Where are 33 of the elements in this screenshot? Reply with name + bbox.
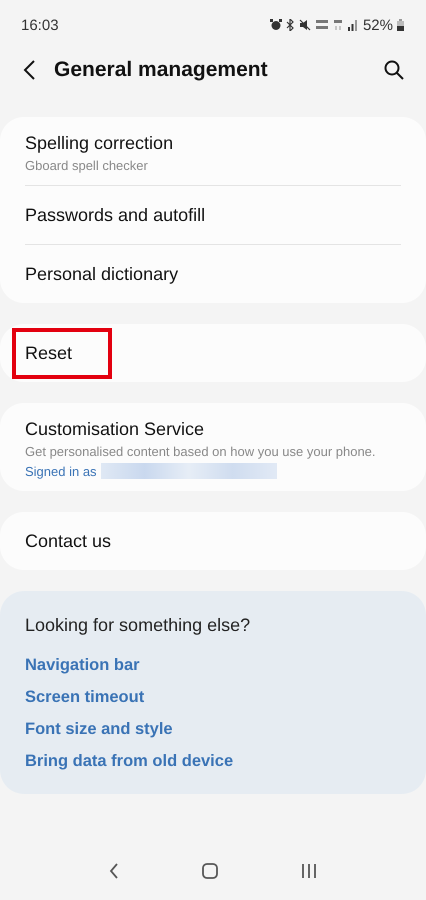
settings-item[interactable]: Passwords and autofill [12, 186, 414, 244]
mute-icon [298, 19, 311, 31]
settings-item[interactable]: Personal dictionary [12, 245, 414, 303]
battery-percent: 52% [362, 16, 393, 34]
search-icon [384, 60, 404, 80]
item-subtitle: Get personalised content based on how you use your phone. [25, 444, 377, 459]
bluetooth-icon [286, 19, 295, 31]
suggestion-link[interactable]: Screen timeout [25, 682, 144, 714]
status-time: 16:03 [21, 16, 59, 34]
item-title: Contact us [25, 530, 112, 552]
item-title: Passwords and autofill [25, 204, 206, 226]
back-icon [22, 59, 36, 81]
page-title: General management [54, 58, 269, 82]
item-title: Reset [12, 328, 112, 378]
signal-icon [346, 19, 359, 31]
settings-item[interactable]: Contact us [12, 512, 414, 570]
suggestion-link[interactable]: Bring data from old device [25, 746, 234, 778]
item-title: Personal dictionary [25, 262, 178, 286]
recents-nav-icon[interactable] [300, 863, 317, 879]
item-title: Spelling correction [25, 132, 174, 155]
settings-item[interactable]: Spelling correction Gboard spell checker [12, 117, 414, 185]
suggestions-title: Looking for something else? [25, 615, 252, 636]
account-label: Signed in as [25, 464, 97, 478]
item-title: Customisation Service [25, 418, 204, 441]
suggestion-link[interactable]: Font size and style [25, 714, 173, 746]
alarm-icon [270, 19, 282, 31]
back-nav-icon[interactable] [109, 863, 120, 879]
item-subtitle: Gboard spell checker [25, 158, 149, 173]
settings-item[interactable]: Customisation Service Get personalised content based on how you use your phone. Signed in as [12, 403, 414, 491]
settings-item[interactable]: Reset [12, 324, 414, 382]
battery-icon [397, 19, 404, 31]
suggestion-link[interactable]: Navigation bar [25, 650, 140, 682]
home-nav-icon[interactable] [202, 863, 218, 879]
